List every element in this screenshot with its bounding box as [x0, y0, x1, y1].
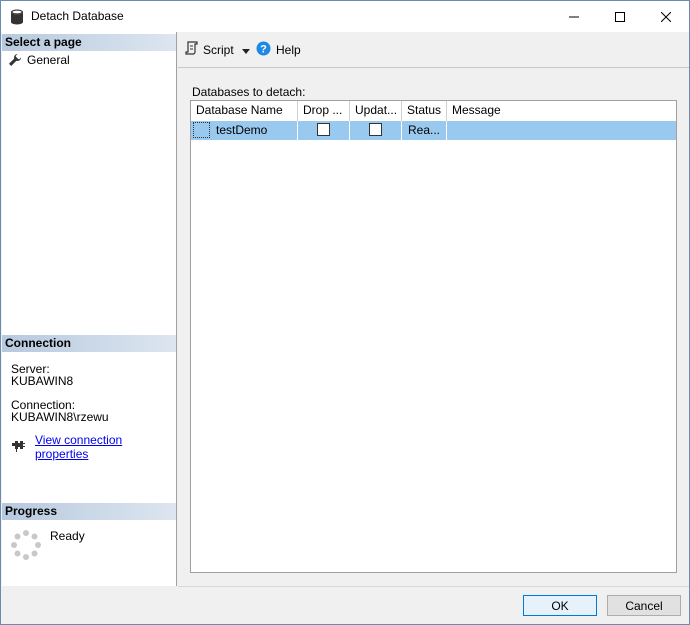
- progress-spinner-icon: [11, 530, 41, 560]
- select-page-header: Select a page: [2, 34, 176, 51]
- cell-message: [447, 121, 676, 140]
- minimize-button[interactable]: [551, 1, 597, 32]
- toolbar: Script ? Help: [178, 32, 689, 68]
- script-button[interactable]: Script: [185, 41, 250, 58]
- column-header-database-name[interactable]: Database Name: [191, 101, 298, 121]
- connection-header: Connection: [2, 335, 176, 352]
- close-icon: [661, 11, 671, 22]
- row-focus-marker: [193, 122, 210, 138]
- connection-value: KUBAWIN8\rzewu: [11, 410, 109, 424]
- column-header-status[interactable]: Status: [402, 101, 447, 121]
- help-label: Help: [276, 43, 301, 57]
- help-icon: ?: [256, 41, 271, 59]
- column-header-message[interactable]: Message: [447, 101, 676, 121]
- connection-icon: [12, 440, 27, 455]
- drop-connections-checkbox[interactable]: [317, 123, 330, 136]
- view-connection-properties-link[interactable]: View connection properties: [35, 433, 176, 461]
- cancel-button[interactable]: Cancel: [607, 595, 681, 616]
- server-value: KUBAWIN8: [11, 374, 74, 388]
- title-bar: Detach Database: [1, 1, 689, 32]
- progress-header: Progress: [2, 503, 176, 520]
- minimize-icon: [569, 16, 579, 17]
- help-button[interactable]: ? Help: [256, 41, 301, 59]
- script-icon: [185, 41, 198, 58]
- ok-button[interactable]: OK: [523, 595, 597, 616]
- databases-grid[interactable]: Database Name Drop ... Updat... Status M…: [190, 100, 677, 573]
- maximize-icon: [615, 11, 625, 22]
- status-text: Rea...: [408, 123, 441, 137]
- left-panel: Select a page General Connection Server:…: [2, 32, 177, 586]
- table-row[interactable]: testDemo Rea...: [191, 121, 676, 140]
- database-name-text: testDemo: [216, 123, 268, 137]
- cell-drop-connections: [298, 121, 350, 140]
- databases-to-detach-label: Databases to detach:: [192, 85, 306, 99]
- column-header-update-statistics[interactable]: Updat...: [350, 101, 402, 121]
- close-button[interactable]: [643, 1, 689, 32]
- database-icon: [10, 9, 24, 25]
- page-item-general[interactable]: General: [8, 52, 70, 68]
- update-statistics-checkbox[interactable]: [369, 123, 382, 136]
- detach-database-window: Detach Database Select a page General Co…: [0, 0, 690, 625]
- cell-database-name[interactable]: testDemo: [191, 121, 298, 140]
- page-item-label: General: [27, 53, 70, 67]
- cell-status: Rea...: [402, 121, 447, 140]
- svg-text:?: ?: [260, 44, 267, 56]
- progress-status: Ready: [50, 529, 85, 543]
- chevron-down-icon[interactable]: [241, 43, 250, 57]
- column-header-drop-connections[interactable]: Drop ...: [298, 101, 350, 121]
- maximize-button[interactable]: [597, 1, 643, 32]
- cell-update-statistics: [350, 121, 402, 140]
- grid-header: Database Name Drop ... Updat... Status M…: [191, 101, 676, 121]
- wrench-icon: [8, 53, 22, 67]
- view-connection-row: View connection properties: [12, 433, 176, 461]
- window-title: Detach Database: [31, 9, 124, 23]
- script-label: Script: [203, 42, 234, 57]
